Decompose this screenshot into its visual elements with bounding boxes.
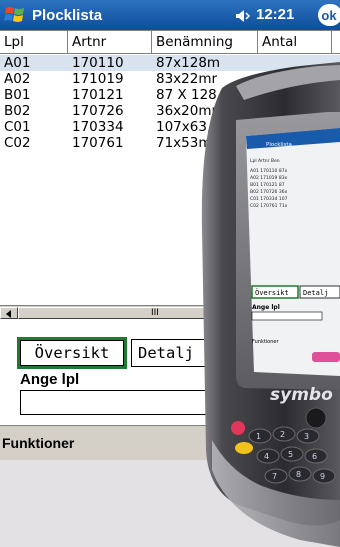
key-5: 5 xyxy=(288,450,293,459)
key-1: 1 xyxy=(256,432,261,441)
key-9: 9 xyxy=(320,472,325,481)
key-row-1: 1 2 3 xyxy=(248,426,320,444)
key-2: 2 xyxy=(280,430,285,439)
symbol-logo: symbo xyxy=(270,385,333,405)
handheld-device-illustration: Plocklista Lpl Artnr Ben A01 170110 87x … xyxy=(201,62,340,547)
mini-detalj: Detalj xyxy=(303,289,328,297)
svg-text:Lpl Artnr Ben: Lpl Artnr Ben xyxy=(250,158,280,164)
key-7: 7 xyxy=(272,472,277,481)
mini-funktioner: Funktioner xyxy=(252,339,279,345)
mini-ange-lpl: Ange lpl xyxy=(252,304,280,311)
yellow-key[interactable] xyxy=(235,442,253,454)
red-key[interactable] xyxy=(231,421,245,435)
svg-text:B02 170726 36x: B02 170726 36x xyxy=(250,189,288,195)
key-6: 6 xyxy=(312,452,317,461)
svg-text:A02 171019 83x: A02 171019 83x xyxy=(250,175,288,181)
key-4: 4 xyxy=(264,452,269,461)
svg-text:A01 170110 87x: A01 170110 87x xyxy=(250,168,288,174)
svg-text:B01 170121 87: B01 170121 87 xyxy=(250,182,285,188)
mini-title: Plocklista xyxy=(266,142,292,148)
device-mini-screen: Plocklista Lpl Artnr Ben A01 170110 87x … xyxy=(246,128,340,376)
svg-text:C02 170761 71x: C02 170761 71x xyxy=(250,203,288,209)
key-row-2: 4 5 6 xyxy=(256,446,328,464)
svg-text:C01 170334 107: C01 170334 107 xyxy=(250,196,288,202)
key-row-3: 7 8 9 xyxy=(264,466,336,484)
mini-oversikt: Översikt xyxy=(255,288,289,297)
key-8: 8 xyxy=(296,470,301,479)
key-3: 3 xyxy=(304,432,309,441)
